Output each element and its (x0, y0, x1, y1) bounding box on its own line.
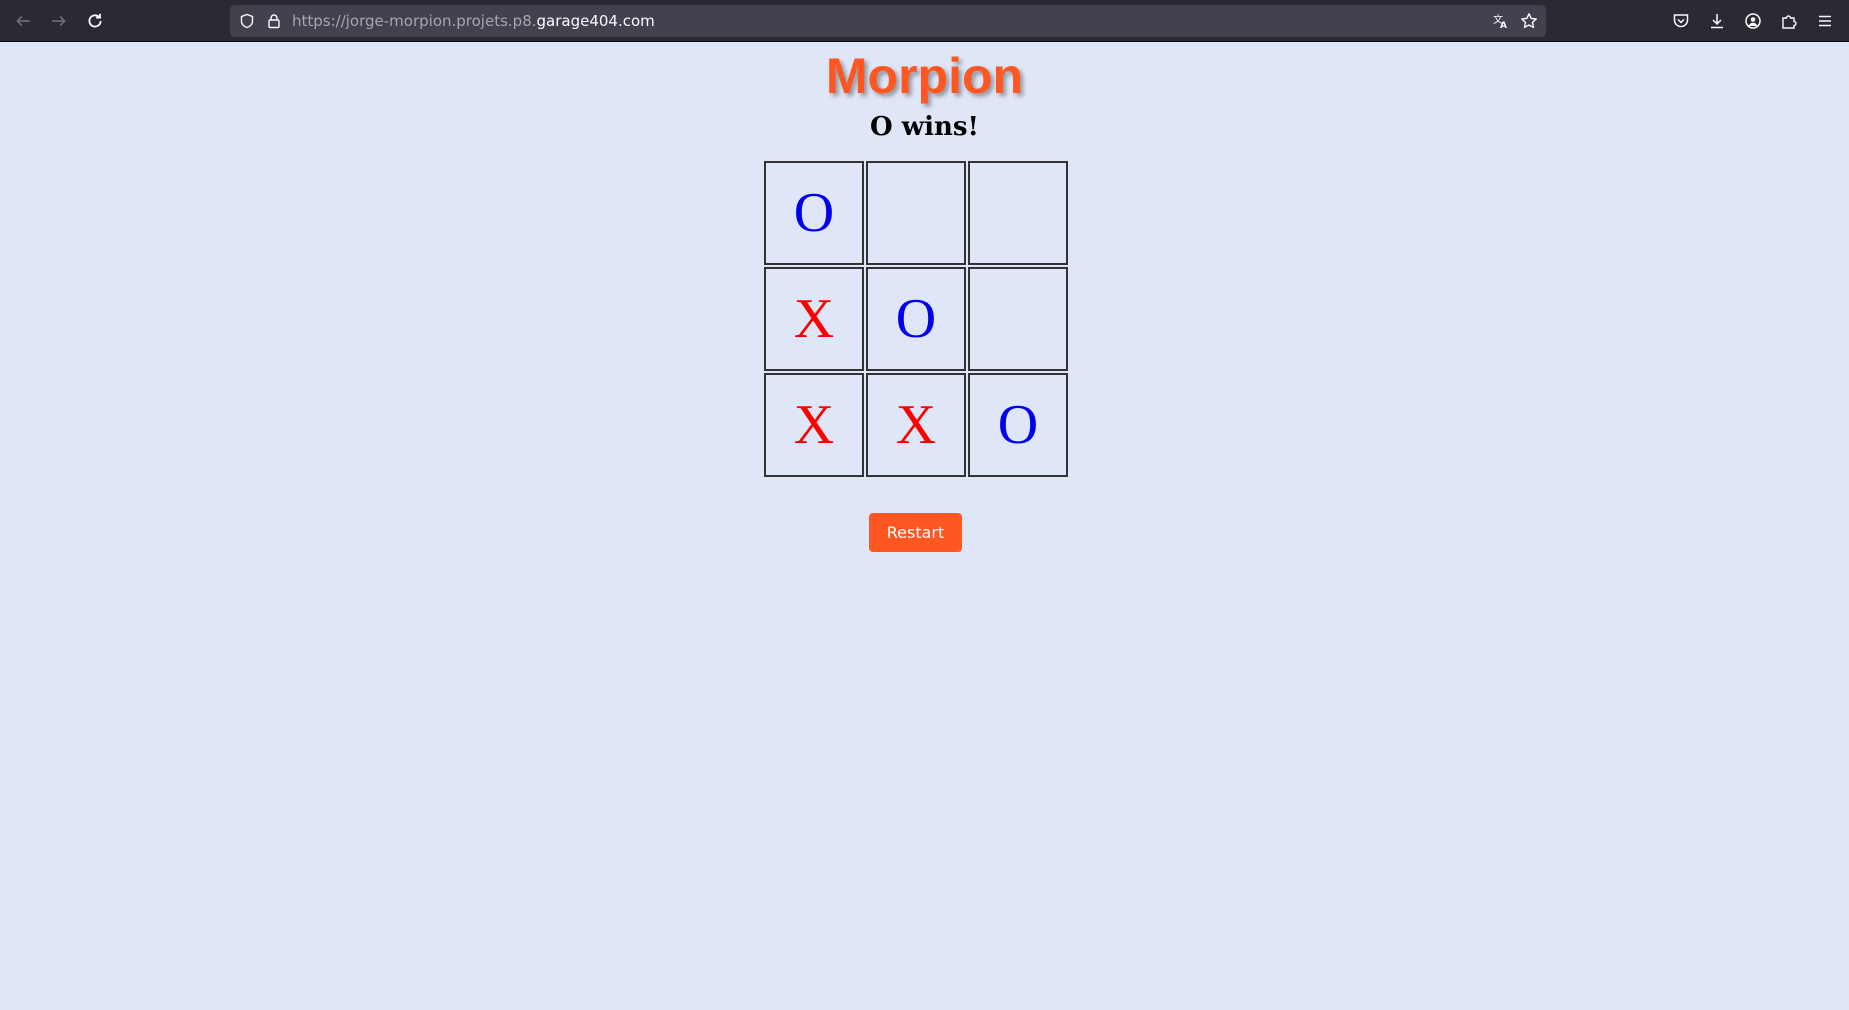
star-icon[interactable] (1520, 12, 1538, 30)
url-prefix: https://jorge-morpion.projets.p8. (292, 12, 537, 30)
account-button[interactable] (1743, 11, 1763, 31)
page-content: Morpion O wins! O X O X X O Restart (0, 42, 1849, 1010)
back-arrow-icon (16, 15, 30, 27)
pocket-icon (1673, 14, 1689, 28)
browser-toolbar: https://jorge-morpion.projets.p8.garage4… (0, 0, 1849, 42)
url-domain: garage404.com (536, 12, 655, 30)
board-cell[interactable]: X (764, 267, 864, 371)
downloads-button[interactable] (1707, 11, 1727, 31)
board-cell[interactable]: O (866, 267, 966, 371)
extensions-icon (1782, 15, 1797, 29)
board-cell[interactable] (968, 267, 1068, 371)
pocket-button[interactable] (1671, 11, 1691, 31)
board-cell[interactable] (968, 161, 1068, 265)
game-title: Morpion (825, 48, 1024, 104)
translate-icon[interactable]: 文A (1492, 12, 1510, 30)
reload-button[interactable] (82, 9, 108, 33)
download-icon (1711, 14, 1723, 29)
extensions-button[interactable] (1779, 11, 1799, 31)
board-cell[interactable] (866, 161, 966, 265)
url-text[interactable]: https://jorge-morpion.projets.p8.garage4… (292, 11, 655, 31)
account-icon (1745, 13, 1761, 29)
menu-button[interactable] (1815, 11, 1835, 31)
board-cell[interactable]: X (866, 373, 966, 477)
lock-icon[interactable] (265, 12, 283, 30)
back-button[interactable] (10, 9, 36, 33)
hamburger-menu-icon (1819, 15, 1831, 27)
game-status: O wins! (870, 112, 979, 142)
url-bar[interactable]: https://jorge-morpion.projets.p8.garage4… (230, 5, 1546, 37)
board-cell[interactable]: O (764, 161, 864, 265)
tracking-shield-icon[interactable] (238, 12, 256, 30)
forward-button[interactable] (46, 9, 72, 33)
forward-arrow-icon (52, 15, 66, 27)
restart-button[interactable]: Restart (869, 513, 962, 552)
game-board: O X O X X O (764, 161, 1068, 477)
svg-text:A: A (1500, 21, 1507, 30)
reload-icon (88, 13, 102, 28)
board-cell[interactable]: X (764, 373, 864, 477)
board-cell[interactable]: O (968, 373, 1068, 477)
